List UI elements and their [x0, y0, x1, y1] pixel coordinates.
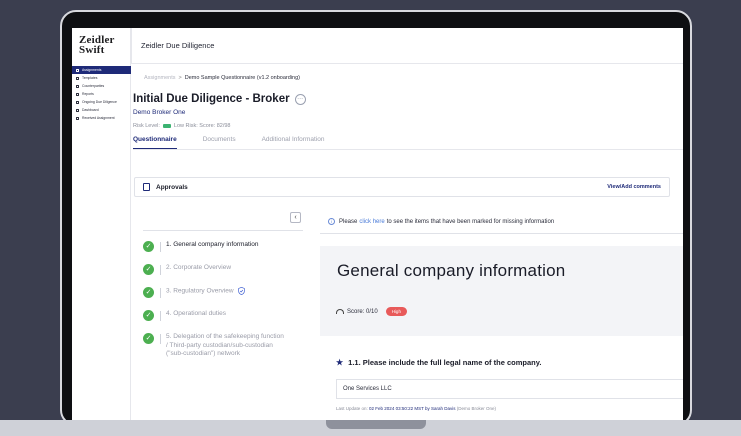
sidebar-nav: Assignments Templates Counterparties Rep… [72, 66, 131, 122]
reports-icon [76, 92, 79, 96]
check-circle-icon: ✓ [143, 333, 154, 344]
sidebar-item-label: Assignments [82, 68, 102, 72]
sidebar-item-label: Ongoing Due Diligence [82, 100, 117, 104]
risk-label: Risk Level: [133, 123, 160, 129]
answer-field[interactable]: One Services LLC [336, 379, 683, 399]
sidebar-item-label: Counterparties [82, 84, 105, 88]
more-options-button[interactable]: ··· [294, 93, 306, 105]
approvals-panel: Approvals View/Add comments [134, 177, 670, 197]
app-logo[interactable]: Zeidler Swift [79, 35, 115, 56]
check-circle-icon: ✓ [143, 287, 154, 298]
question-heading: ★ 1.1. Please include the full legal nam… [336, 358, 541, 367]
document-icon [143, 183, 150, 191]
last-update: Last Update on: 02 Feb 2024 03:50:22 MST… [336, 406, 496, 411]
sidebar-item-dashboard[interactable]: Dashboard [72, 106, 131, 114]
laptop-notch [326, 420, 426, 429]
templates-icon [76, 76, 79, 80]
breadcrumb: Assignments > Demo Sample Questionnaire (v… [144, 75, 300, 81]
section-nav-label-text: 3. Regulatory Overview [166, 287, 234, 295]
notice-post: to see the items that have been marked f… [386, 218, 555, 225]
notice-pre: Please [339, 218, 358, 225]
check-circle-icon: ✓ [143, 241, 154, 252]
ongoing-icon [76, 100, 79, 104]
section-nav-label: 4. Operational duties [166, 310, 226, 317]
sidebar-item-received-assignment[interactable]: Received Assignment [72, 114, 131, 122]
sidebar-item-assignments[interactable]: Assignments [72, 66, 131, 74]
sidebar-item-ongoing-due-diligence[interactable]: Ongoing Due Diligence [72, 98, 131, 106]
app-title: Zeidler Due Dilligence [141, 41, 215, 50]
divider [160, 265, 161, 275]
update-suffix: (Demo Broker One) [456, 406, 497, 411]
update-date: 02 Feb 2024 03:50:22 MST by Sarah Davis [369, 406, 456, 411]
section-nav-label: 5. Delegation of the safekeeping functio… [166, 333, 284, 357]
section-title: General company information [337, 261, 566, 280]
collapse-nav-button[interactable]: ‹ [290, 212, 301, 223]
section-nav-item[interactable]: ✓ 2. Corporate Overview [143, 264, 303, 275]
shield-icon [237, 287, 245, 295]
missing-info-notice: i Please click here to see the items tha… [328, 218, 554, 225]
risk-text: Low Risk: Score: 82/98 [173, 123, 231, 129]
info-icon: i [328, 218, 335, 225]
sidebar-item-reports[interactable]: Reports [72, 90, 131, 98]
question-text: 1.1. Please include the full legal name … [348, 358, 542, 367]
tab-questionnaire[interactable]: Questionnaire [133, 136, 177, 149]
tab-additional-information[interactable]: Additional Information [262, 136, 325, 149]
gauge-icon [336, 309, 344, 314]
broker-name: Demo Broker One [133, 109, 186, 116]
assignments-icon [76, 68, 79, 72]
risk-bar-icon [162, 124, 171, 128]
star-icon: ★ [336, 358, 344, 367]
approvals-label: Approvals [156, 183, 188, 191]
counterparties-icon [76, 84, 79, 88]
section-nav-item[interactable]: ✓ 5. Delegation of the safekeeping funct… [143, 333, 303, 359]
page-title: Initial Due Diligence - Broker [133, 93, 290, 105]
section-nav-label: 1. General company information [166, 241, 259, 248]
nav-divider [143, 230, 303, 231]
sidebar-item-templates[interactable]: Templates [72, 74, 131, 82]
tab-documents[interactable]: Documents [203, 136, 236, 149]
section-nav-item[interactable]: ✓ 1. General company information [143, 241, 303, 252]
click-here-link[interactable]: click here [359, 219, 384, 225]
view-add-comments-link[interactable]: View/Add comments [607, 184, 661, 190]
tab-bar: Questionnaire Documents Additional Infor… [133, 136, 683, 150]
section-nav-label: 3. Regulatory Overview [166, 287, 245, 296]
app-window: Zeidler Swift Assignments Templates Coun… [72, 28, 683, 420]
section-nav-label: 2. Corporate Overview [166, 264, 232, 271]
logo-line-2: Swift [79, 44, 105, 56]
sidebar-item-counterparties[interactable]: Counterparties [72, 82, 131, 90]
divider [160, 334, 161, 344]
breadcrumb-current: Demo Sample Questionnaire (v1.2 onboardi… [184, 75, 300, 81]
divider [160, 311, 161, 321]
section-header-panel [320, 246, 683, 336]
section-score: Score: 0/10 [347, 308, 378, 315]
breadcrumb-assignments[interactable]: Assignments [144, 75, 176, 81]
sidebar-item-label: Dashboard [82, 108, 99, 112]
sidebar-item-label: Templates [82, 76, 98, 80]
sidebar: Zeidler Swift Assignments Templates Coun… [72, 28, 131, 420]
section-nav: ✓ 1. General company information ✓ 2. Co… [143, 241, 303, 371]
top-bar: Zeidler Due Dilligence [131, 28, 683, 64]
check-circle-icon: ✓ [143, 264, 154, 275]
sidebar-item-label: Received Assignment [82, 116, 115, 120]
received-icon [76, 116, 79, 120]
risk-level: Risk Level: Low Risk: Score: 82/98 [133, 123, 230, 129]
divider [160, 242, 161, 252]
page-header: Initial Due Diligence - Broker ··· [133, 93, 306, 105]
check-circle-icon: ✓ [143, 310, 154, 321]
notice-divider [320, 233, 683, 234]
risk-badge: High [385, 307, 407, 316]
breadcrumb-separator: > [178, 75, 182, 81]
sidebar-item-label: Reports [82, 92, 94, 96]
section-nav-item[interactable]: ✓ 4. Operational duties [143, 310, 303, 321]
score-row: Score: 0/10 High [336, 307, 407, 316]
dashboard-icon [76, 108, 79, 112]
update-prefix: Last Update on: [336, 406, 368, 411]
divider [160, 288, 161, 298]
section-nav-item[interactable]: ✓ 3. Regulatory Overview [143, 287, 303, 298]
